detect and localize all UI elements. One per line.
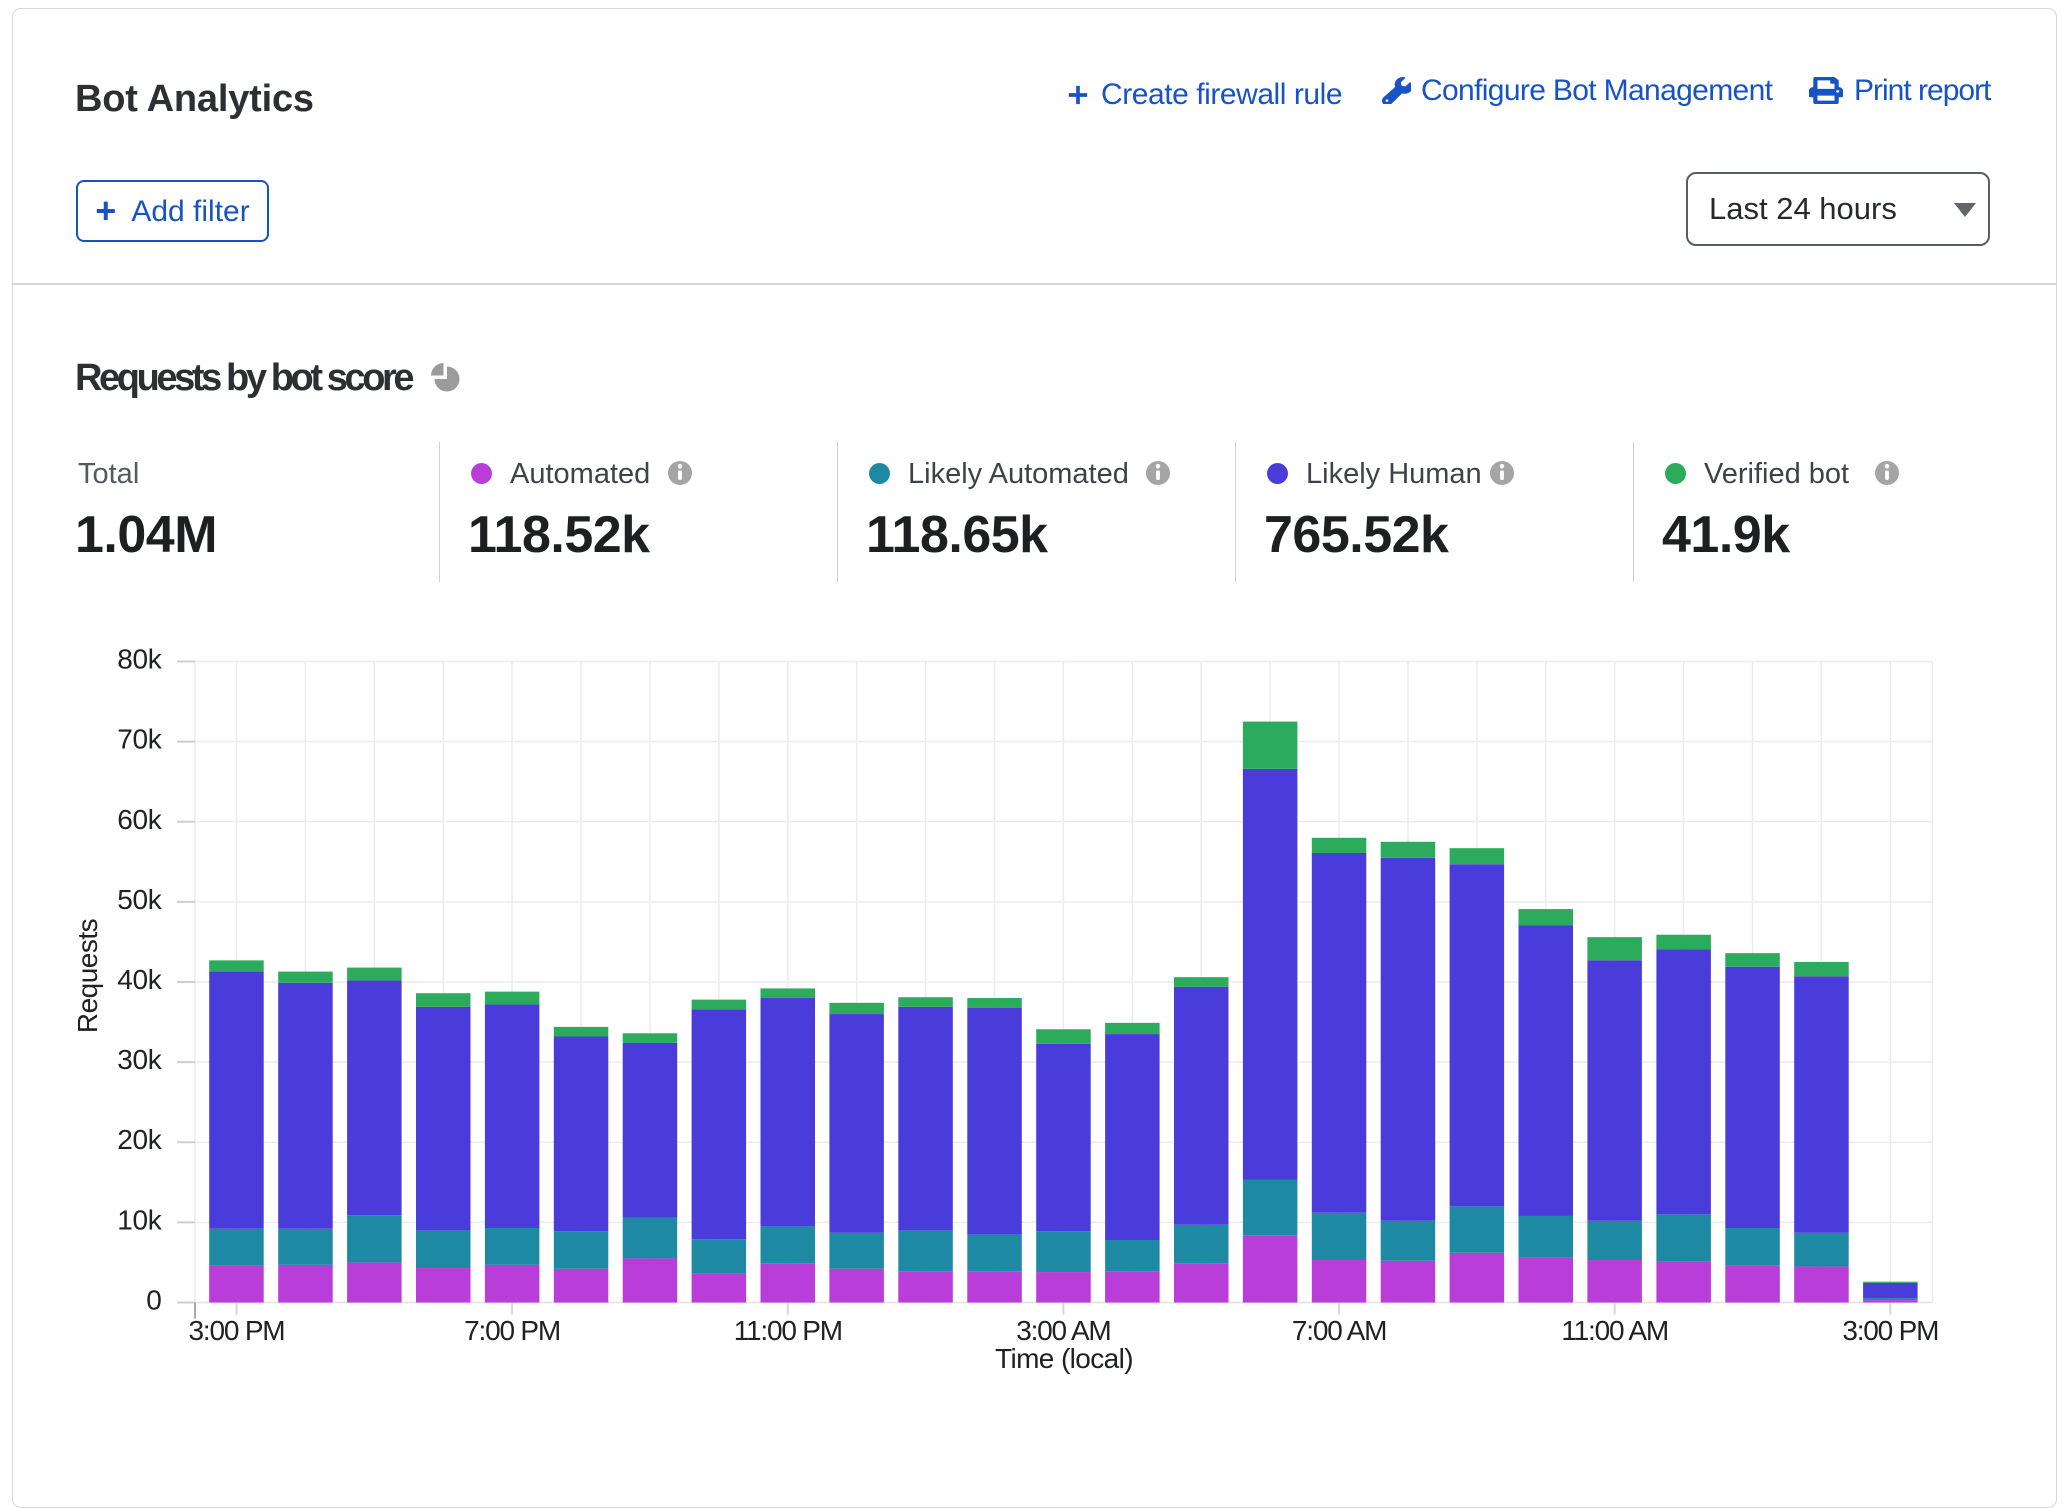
svg-text:60k: 60k	[117, 804, 163, 835]
svg-text:7:00 AM: 7:00 AM	[1292, 1315, 1386, 1346]
svg-text:70k: 70k	[117, 724, 163, 755]
svg-text:Time (local): Time (local)	[995, 1343, 1133, 1374]
svg-text:40k: 40k	[117, 964, 163, 995]
svg-text:3:00 PM: 3:00 PM	[1842, 1315, 1938, 1346]
svg-text:7:00 PM: 7:00 PM	[464, 1315, 560, 1346]
svg-text:Requests: Requests	[72, 919, 103, 1033]
svg-text:10k: 10k	[117, 1204, 163, 1235]
svg-text:20k: 20k	[117, 1124, 163, 1155]
svg-text:11:00 PM: 11:00 PM	[734, 1315, 842, 1346]
svg-text:3:00 AM: 3:00 AM	[1016, 1315, 1110, 1346]
svg-text:11:00 AM: 11:00 AM	[1561, 1315, 1668, 1346]
svg-text:30k: 30k	[117, 1044, 163, 1075]
svg-text:50k: 50k	[117, 884, 163, 915]
svg-text:80k: 80k	[117, 644, 163, 675]
svg-text:3:00 PM: 3:00 PM	[189, 1315, 285, 1346]
svg-text:0: 0	[146, 1285, 161, 1316]
